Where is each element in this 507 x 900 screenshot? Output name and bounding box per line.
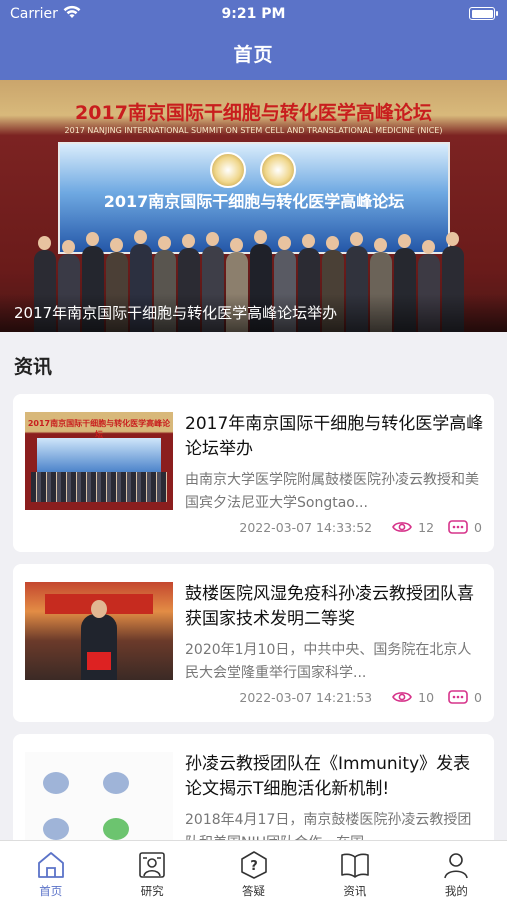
- page-title: 首页: [233, 44, 274, 66]
- news-meta: 2022-03-07 14:21:53 10 0: [239, 688, 482, 706]
- news-card[interactable]: 鼓楼医院风湿免疫科孙凌云教授团队喜获国家技术发明二等奖 2020年1月10日，中…: [13, 564, 494, 722]
- tab-news[interactable]: 资讯: [304, 841, 405, 900]
- book-icon: [341, 853, 369, 878]
- tab-qa[interactable]: ? 答疑: [203, 841, 304, 900]
- news-thumbnail: [25, 582, 173, 680]
- news-summary: 由南京大学医学院附属鼓楼医院孙凌云教授和美国宾夕法尼亚大学Songtao...: [185, 472, 479, 511]
- tab-label: 答疑: [242, 884, 266, 898]
- eye-icon: [392, 522, 413, 532]
- tab-research[interactable]: 研究: [101, 841, 202, 900]
- news-title: 2017年南京国际干细胞与转化医学高峰论坛举办: [185, 414, 484, 459]
- top-navigation-bar: Carrier 9:21 PM 首页: [0, 0, 507, 80]
- comment-icon: [448, 690, 468, 704]
- tab-label: 首页: [39, 884, 63, 898]
- tab-label: 资讯: [343, 884, 367, 898]
- comment-icon: [448, 520, 468, 534]
- svg-text:?: ?: [250, 859, 258, 874]
- tab-label: 研究: [140, 884, 164, 898]
- news-meta: 2022-03-07 14:33:52 12 0: [239, 518, 482, 536]
- thumb-title: 2017南京国际干细胞与转化医学高峰论坛: [27, 419, 171, 439]
- status-time: 9:21 PM: [221, 6, 286, 22]
- comment-count: 0: [474, 689, 482, 705]
- news-section-title: 资讯: [14, 356, 53, 378]
- status-bar: Carrier 9:21 PM: [0, 0, 507, 28]
- banner-caption: 2017年南京国际干细胞与转化医学高峰论坛举办: [14, 304, 338, 322]
- news-thumbnail: [25, 752, 173, 850]
- banner-image-title: 2017南京国际干细胞与转化医学高峰论坛: [75, 102, 432, 124]
- user-icon: [444, 853, 469, 879]
- news-title: 鼓楼医院风湿免疫科孙凌云教授团队喜获国家技术发明二等奖: [185, 584, 474, 629]
- news-date: 2022-03-07 14:21:53: [239, 689, 373, 705]
- news-card[interactable]: 2017南京国际干细胞与转化医学高峰论坛 2017年南京国际干细胞与转化医学高峰…: [13, 394, 494, 552]
- news-date: 2022-03-07 14:33:52: [239, 519, 373, 535]
- bottom-tab-bar: 首页 研究 ? 答疑 资讯 我的: [0, 840, 507, 900]
- view-count: 12: [418, 519, 435, 535]
- banner-carousel[interactable]: 2017南京国际干细胞与转化医学高峰论坛 2017 NANJING INTERN…: [0, 80, 507, 332]
- tab-label: 我的: [444, 884, 468, 898]
- banner-image-subtitle: 2017 NANJING INTERNATIONAL SUMMIT ON STE…: [64, 126, 443, 135]
- emblem-icon: [210, 152, 246, 188]
- tab-profile[interactable]: 我的: [406, 841, 507, 900]
- news-summary: 2020年1月10日，中共中央、国务院在北京人民大会堂隆重举行国家科学...: [185, 642, 472, 681]
- emblem-icon: [260, 152, 296, 188]
- research-icon: [139, 852, 165, 878]
- eye-icon: [392, 692, 413, 702]
- home-icon: [37, 852, 64, 878]
- question-icon: ?: [240, 851, 267, 879]
- news-thumbnail: 2017南京国际干细胞与转化医学高峰论坛: [25, 412, 173, 510]
- news-title: 孙凌云教授团队在《Immunity》发表论文揭示T细胞活化新机制!: [185, 754, 471, 799]
- comment-count: 0: [474, 519, 482, 535]
- banner-screen-title: 2017南京国际干细胞与转化医学高峰论坛: [103, 192, 405, 211]
- tab-home[interactable]: 首页: [0, 841, 101, 900]
- view-count: 10: [418, 689, 435, 705]
- battery-icon: [469, 7, 498, 20]
